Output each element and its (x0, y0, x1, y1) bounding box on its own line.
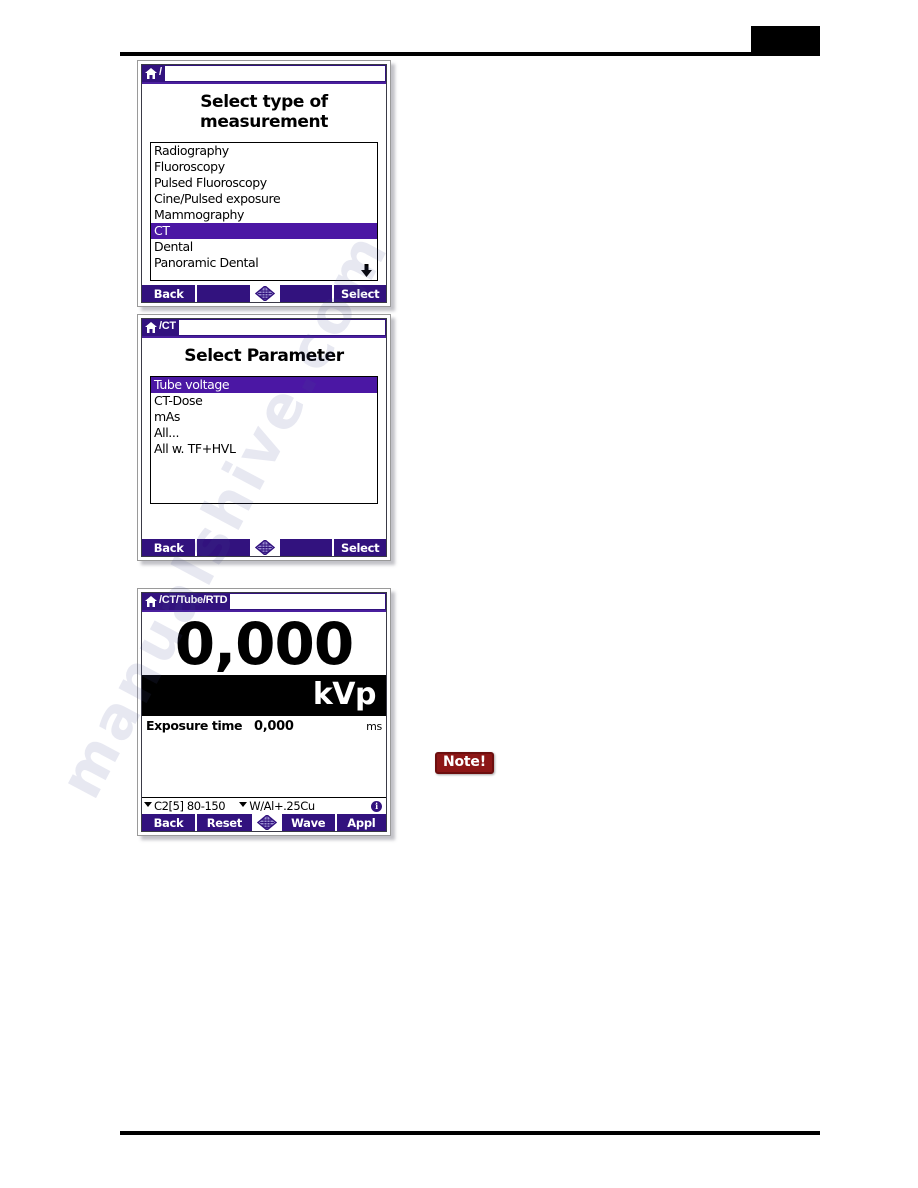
navpad-diamond-icon[interactable] (251, 539, 278, 556)
device-screenshot-select-measurement: / Select type of measurement Radiography… (137, 60, 391, 307)
breadcrumb-path-2: /CT (159, 320, 176, 332)
primary-reading-area: 0,000 (142, 612, 386, 675)
secondary-reading-area: Exposure time 0,000 ms (142, 715, 386, 798)
list-item[interactable]: Cine/Pulsed exposure (151, 191, 377, 207)
softkey-blank-left[interactable] (197, 285, 250, 302)
detector-label: C2[5] 80-150 (154, 799, 226, 813)
back-button[interactable]: Back (142, 285, 196, 302)
list-item-selected[interactable]: Tube voltage (151, 377, 377, 393)
filter-selector[interactable]: W/Al+.25Cu (239, 799, 315, 813)
screen-measurement-readout: /CT/Tube/RTD 0,000 kVp Exposure time 0,0… (141, 592, 387, 832)
list-item[interactable]: Pulsed Fluoroscopy (151, 175, 377, 191)
chevron-down-icon[interactable] (144, 801, 152, 807)
exposure-time-row: Exposure time 0,000 ms (142, 716, 386, 734)
breadcrumb-1[interactable]: / (142, 65, 165, 82)
scroll-down-arrow-icon[interactable] (361, 264, 372, 279)
breadcrumb-2[interactable]: /CT (142, 319, 179, 336)
status-bar: C2[5] 80-150 W/Al+.25Cu i (142, 798, 386, 814)
chevron-down-icon[interactable] (239, 801, 248, 807)
measurement-type-list[interactable]: Radiography Fluoroscopy Pulsed Fluorosco… (150, 142, 378, 281)
back-button[interactable]: Back (142, 814, 195, 831)
list-item[interactable]: All... (151, 425, 377, 441)
home-icon[interactable] (144, 67, 159, 80)
list-item[interactable]: mAs (151, 409, 377, 425)
header-rule (120, 52, 820, 56)
back-button[interactable]: Back (142, 539, 196, 556)
titlebar-select-parameter: /CT (142, 319, 386, 338)
footer-rule (120, 1131, 820, 1135)
header-black-block (751, 26, 820, 52)
device-screenshot-select-parameter: /CT Select Parameter Tube voltage CT-Dos… (137, 314, 391, 561)
screen-body-3: 0,000 kVp Exposure time 0,000 ms C2[5] 8… (142, 612, 386, 814)
softkey-bar-3: Back Reset Wave Appl (142, 814, 386, 831)
titlebar-field-3 (230, 593, 386, 610)
select-button[interactable]: Select (334, 539, 386, 556)
list-item-selected[interactable]: CT (151, 223, 377, 239)
titlebar-select-measurement: / (142, 65, 386, 84)
softkey-blank-left[interactable] (197, 539, 250, 556)
home-icon[interactable] (144, 321, 159, 334)
select-button[interactable]: Select (334, 285, 386, 302)
detector-selector[interactable]: C2[5] 80-150 (144, 799, 226, 813)
softkey-bar-1: Back Select (142, 285, 386, 302)
appl-button[interactable]: Appl (336, 814, 386, 831)
info-icon[interactable]: i (371, 800, 382, 812)
titlebar-measurement: /CT/Tube/RTD (142, 593, 386, 612)
primary-reading-value: 0,000 (174, 612, 354, 675)
list-item[interactable]: Fluoroscopy (151, 159, 377, 175)
exposure-time-unit: ms (366, 720, 382, 733)
page-title-2: Select Parameter (184, 346, 344, 366)
note-badge: Note! (435, 752, 494, 774)
page-title-1: Select type of measurement (200, 92, 328, 132)
screen-select-measurement: / Select type of measurement Radiography… (141, 64, 387, 303)
list-item[interactable]: Dental (151, 239, 377, 255)
breadcrumb-3[interactable]: /CT/Tube/RTD (142, 593, 231, 610)
breadcrumb-path-1: / (159, 66, 162, 78)
navpad-diamond-icon[interactable] (253, 814, 280, 831)
device-screenshot-measurement-readout: /CT/Tube/RTD 0,000 kVp Exposure time 0,0… (137, 588, 391, 836)
list-item[interactable]: All w. TF+HVL (151, 441, 377, 457)
list-item[interactable]: Radiography (151, 143, 377, 159)
softkey-bar-2: Back Select (142, 539, 386, 556)
parameter-list[interactable]: Tube voltage CT-Dose mAs All... All w. T… (150, 376, 378, 504)
reset-button[interactable]: Reset (196, 814, 252, 831)
list-item[interactable]: CT-Dose (151, 393, 377, 409)
softkey-blank-right[interactable] (279, 539, 333, 556)
primary-reading-unit: kVp (312, 677, 377, 712)
primary-unit-area: kVp (142, 675, 386, 715)
titlebar-field-2 (178, 319, 386, 336)
filter-label: W/Al+.25Cu (249, 799, 315, 813)
breadcrumb-path-3: /CT/Tube/RTD (159, 594, 228, 606)
list-item[interactable]: Mammography (151, 207, 377, 223)
navpad-diamond-icon[interactable] (251, 285, 278, 302)
wave-button[interactable]: Wave (281, 814, 335, 831)
exposure-time-label: Exposure time (146, 718, 243, 733)
screen-body-2: Select Parameter Tube voltage CT-Dose mA… (142, 338, 386, 539)
softkey-blank-right[interactable] (279, 285, 333, 302)
screen-body-1: Select type of measurement Radiography F… (142, 84, 386, 285)
list-item[interactable]: Panoramic Dental (151, 255, 377, 271)
home-icon[interactable] (144, 595, 159, 608)
exposure-time-value: 0,000 (254, 719, 294, 734)
titlebar-field-1 (164, 65, 386, 82)
screen-select-parameter: /CT Select Parameter Tube voltage CT-Dos… (141, 318, 387, 557)
